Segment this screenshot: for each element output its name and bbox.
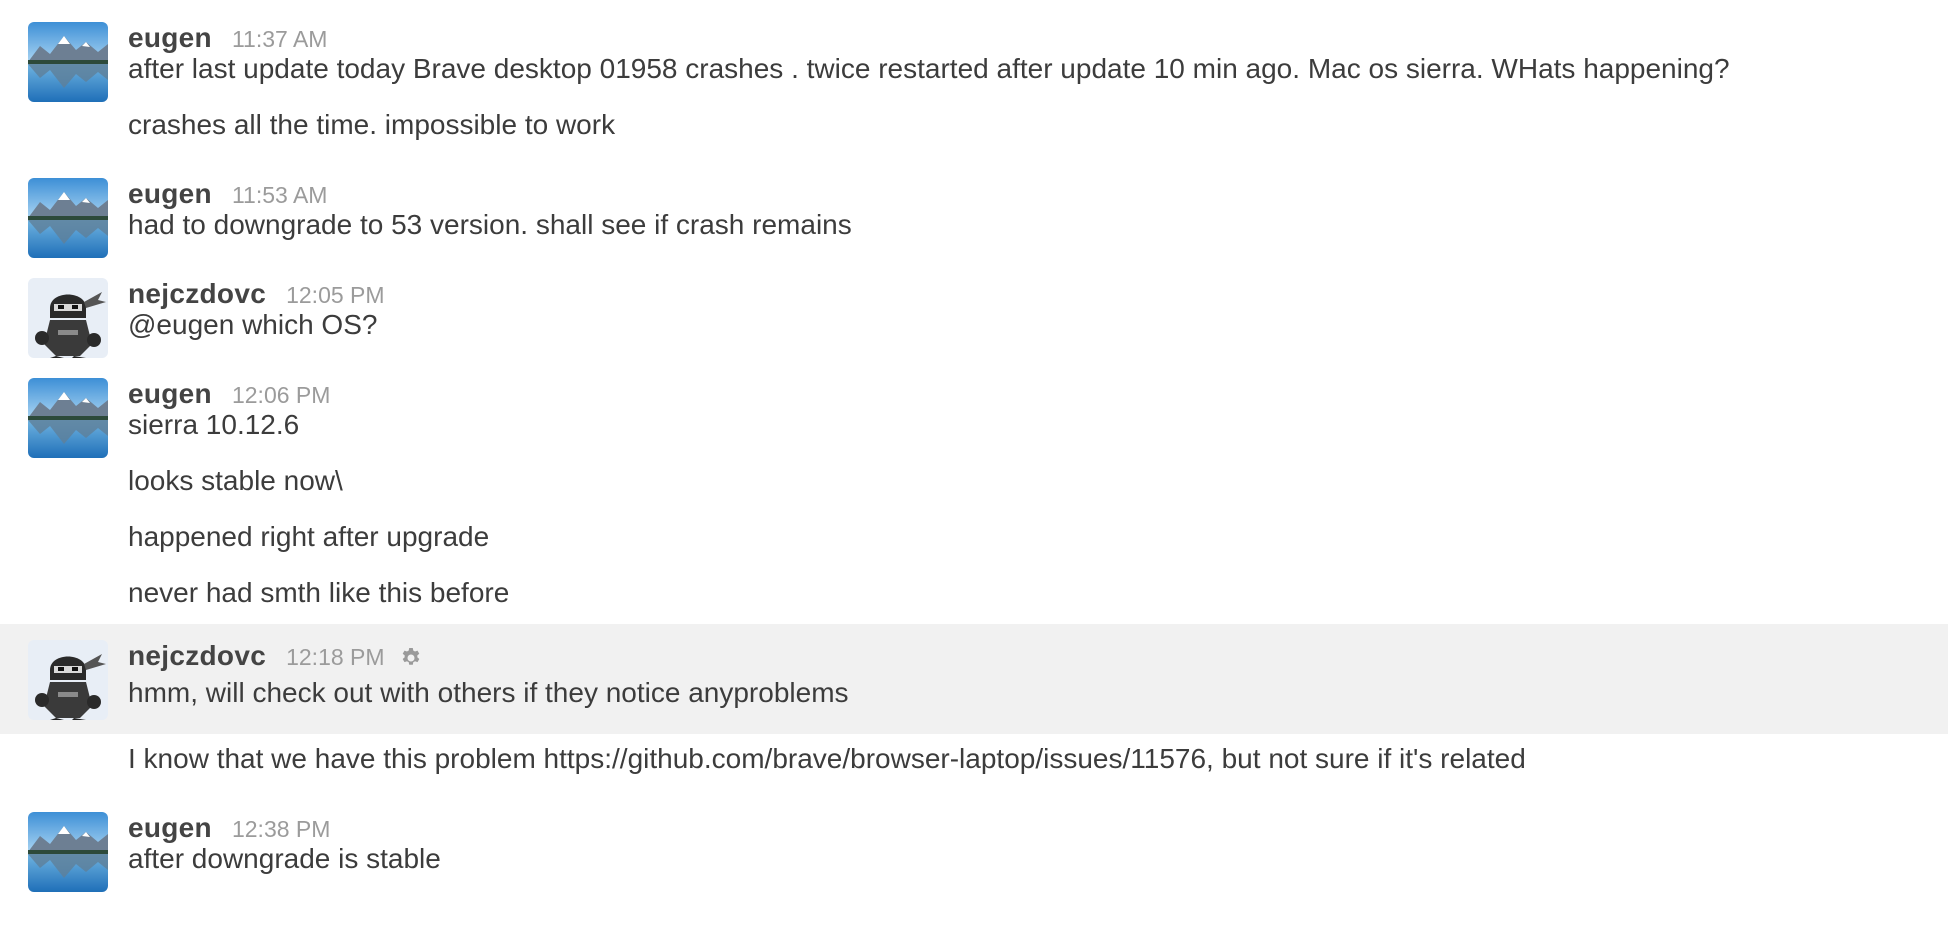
message-header: eugen 11:53 AM: [128, 156, 1948, 209]
mountain-lake-avatar-icon: [28, 22, 108, 102]
message-text: sierra 10.12.6: [128, 409, 300, 440]
mountain-lake-avatar-icon: [28, 812, 108, 892]
avatar[interactable]: [28, 22, 108, 102]
message-text: had to downgrade to 53 version. shall se…: [128, 209, 852, 240]
username[interactable]: eugen: [128, 22, 212, 54]
mountain-lake-avatar-icon: [28, 178, 108, 258]
username[interactable]: eugen: [128, 812, 212, 844]
timestamp[interactable]: 12:18 PM: [286, 644, 384, 671]
timestamp[interactable]: 11:37 AM: [232, 26, 327, 53]
mountain-lake-avatar-icon: [28, 378, 108, 458]
timestamp[interactable]: 12:38 PM: [232, 816, 330, 843]
message-text: I know that we have this problem https:/…: [128, 743, 1526, 774]
username[interactable]: nejczdovc: [128, 278, 266, 310]
ninja-avatar-icon: [28, 278, 108, 358]
message-group: nejczdovc 12:18 PM hmm, will check out w…: [0, 624, 1948, 790]
username[interactable]: nejczdovc: [128, 640, 266, 672]
message-text: never had smth like this before: [128, 577, 510, 608]
message-text: happened right after upgrade: [128, 521, 490, 552]
message-group: eugen 12:38 PM after downgrade is stable: [0, 790, 1948, 892]
message-header: nejczdovc 12:18 PM: [128, 624, 1948, 671]
ninja-avatar-icon: [28, 640, 108, 720]
message-group: nejczdovc 12:05 PM @eugen which OS?: [0, 256, 1948, 358]
username[interactable]: eugen: [128, 178, 212, 210]
message-header: eugen 12:06 PM: [128, 356, 1948, 409]
message-group: eugen 11:37 AM after last update today B…: [0, 0, 1948, 156]
message-text: after last update today Brave desktop 01…: [128, 53, 1730, 84]
message-text: after downgrade is stable: [128, 843, 441, 874]
message-text: hmm, will check out with others if they …: [128, 677, 849, 708]
message-group: eugen 12:06 PM sierra 10.12.6 looks stab…: [0, 356, 1948, 624]
message-text: crashes all the time. impossible to work: [128, 109, 616, 140]
avatar[interactable]: [28, 178, 108, 258]
message-header: eugen 11:37 AM: [128, 0, 1948, 53]
message-group: eugen 11:53 AM had to downgrade to 53 ve…: [0, 156, 1948, 258]
message-header: eugen 12:38 PM: [128, 790, 1948, 843]
timestamp[interactable]: 12:05 PM: [286, 282, 384, 309]
hovered-message[interactable]: nejczdovc 12:18 PM hmm, will check out w…: [0, 624, 1948, 734]
avatar[interactable]: [28, 640, 108, 720]
username[interactable]: eugen: [128, 378, 212, 410]
avatar[interactable]: [28, 278, 108, 358]
chat-message-list: eugen 11:37 AM after last update today B…: [0, 0, 1948, 952]
message-text: looks stable now\: [128, 465, 343, 496]
avatar[interactable]: [28, 812, 108, 892]
timestamp[interactable]: 12:06 PM: [232, 382, 330, 409]
avatar[interactable]: [28, 378, 108, 458]
timestamp[interactable]: 11:53 AM: [232, 182, 327, 209]
gear-icon[interactable]: [399, 646, 423, 670]
message-text: @eugen which OS?: [128, 309, 378, 340]
message-header: nejczdovc 12:05 PM: [128, 256, 1948, 309]
